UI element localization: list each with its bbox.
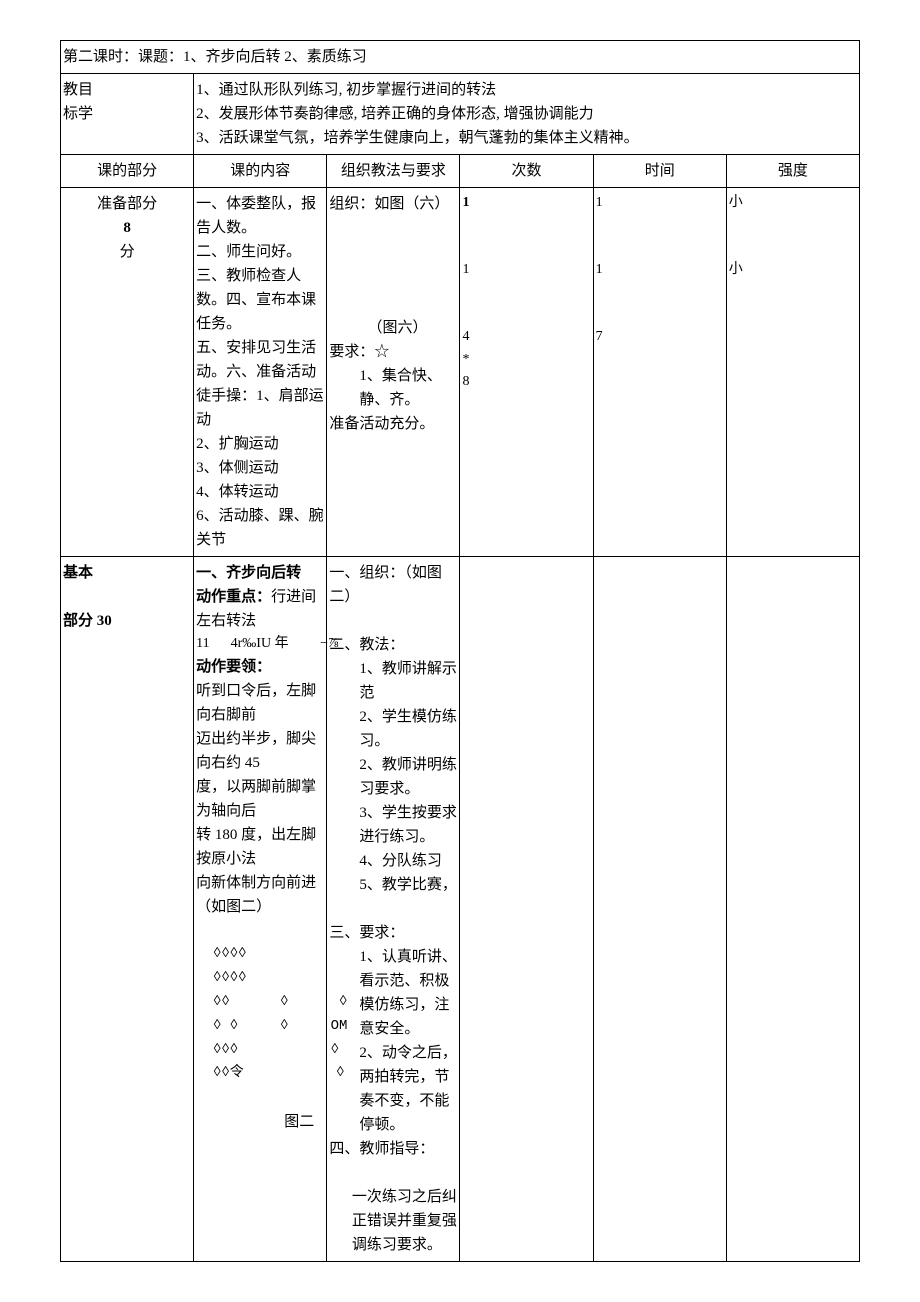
header-times: 次数 <box>460 155 593 188</box>
basic-title: 一、齐步向后转 <box>196 561 324 585</box>
prep-method-top: 组织：如图（六） <box>329 192 457 216</box>
prep-intensity-cell: 小 小 <box>726 188 859 557</box>
lesson-title: 第二课时：课题：1、齐步向后转 2、素质练习 <box>61 41 860 74</box>
basic-times-cell <box>460 557 593 1262</box>
prep-method-cell: 组织：如图（六） （图六） 要求：☆ 1、集合快、静、齐。 准备活动充分。 <box>327 188 460 557</box>
header-time: 时间 <box>593 155 726 188</box>
method-sec3-title: 三、要求： <box>329 921 457 945</box>
yaoling-3: 度，以两脚前脚掌为轴向后 <box>196 775 324 823</box>
basic-time-cell <box>593 557 726 1262</box>
title-row: 第二课时：课题：1、齐步向后转 2、素质练习 <box>61 41 860 74</box>
prep-c-9: 6、活动膝、踝、腕关节 <box>196 504 324 552</box>
keypoint-label: 动作重点： <box>196 589 271 605</box>
prep-c-6: 2、扩胸运动 <box>196 432 324 456</box>
prep-times-4: 4 * 8 <box>462 326 590 393</box>
yaoling-1: 听到口令后，左脚向右脚前 <box>196 679 324 727</box>
formation-diagram: ◊◊◊◊ ◊◊◊◊ ◊◊ ◊ ◊ ◊ ◊ ◊ OM ◊◊◊ ◊ ◊◊令 ◊ <box>196 943 324 1086</box>
basic-row: 基本 部分 30 一、齐步向后转 动作重点：行进间左右转法 11 4r‰IU 年… <box>61 557 860 1262</box>
sec2-i5: 5、教学比赛， <box>359 873 457 897</box>
fig2-caption: 图二 <box>196 1110 324 1134</box>
prep-part-label: 准备部分 <box>63 192 191 216</box>
prep-c-5: 五、安排见习生活动。六、准备活动徒手操：1、肩部运动 <box>196 336 324 432</box>
sec2-i4: 4、分队练习 <box>359 849 457 873</box>
sec2-i1: 2、学生模仿练习。 <box>359 705 457 753</box>
goal-2: 2、发展形体节奏韵律感, 培养正确的身体形态, 增强协调能力 <box>196 102 857 126</box>
sec2-i0: 1、教师讲解示范 <box>359 657 457 705</box>
goal-3: 3、活跃课堂气氛，培养学生健康向上，朝气蓬勃的集体主义精神。 <box>196 126 857 150</box>
column-header-row: 课的部分 课的内容 组织教法与要求 次数 时间 强度 <box>61 155 860 188</box>
basic-method-cell: 一、组织：（如图二） 二、教法： 1、教师讲解示范 2、学生模仿练习。 2、教师… <box>327 557 460 1262</box>
sec3-i0: 1、认真听讲、看示范、积极模仿练习，注意安全。 <box>359 945 457 1041</box>
goals-label: 教目 标学 <box>61 74 194 155</box>
prep-time-2: 1 <box>596 259 724 281</box>
yaoling-2: 迈出约半步，脚尖向右约 45 <box>196 727 324 775</box>
prep-time-0: 1 <box>596 192 724 214</box>
prep-req-2: 准备活动充分。 <box>329 412 457 436</box>
goal-1: 1、通过队形队列练习, 初步掌握行进间的转法 <box>196 78 857 102</box>
prep-time-cell: 1 1 7 <box>593 188 726 557</box>
prep-content-cell: 一、体委整队，报告人数。 二、师生问好。 三、教师检查人数。四、宣布本课任务。 … <box>194 188 327 557</box>
sec2-i3: 3、学生按要求进行练习。 <box>359 801 457 849</box>
sec4-text: 一次练习之后纠正错误并重复强调练习要求。 <box>329 1185 457 1257</box>
prep-part-cell: 准备部分 8 分 <box>61 188 194 557</box>
header-method: 组织教法与要求 <box>327 155 460 188</box>
method-sec2-title: 二、教法： <box>329 633 457 657</box>
prep-c-7: 3、体侧运动 <box>196 456 324 480</box>
basic-part-label: 基本 <box>63 561 191 585</box>
prep-c-3: 三、教师检查人数。四、宣布本课任务。 <box>196 264 324 336</box>
basic-extra-line: 11 4r‰IU 年 −⅞ <box>196 633 324 655</box>
goals-cell: 1、通过队形队列练习, 初步掌握行进间的转法 2、发展形体节奏韵律感, 培养正确… <box>194 74 860 155</box>
header-part: 课的部分 <box>61 155 194 188</box>
sec3-i1: 2、动令之后，两拍转完，节奏不变，不能停顿。 <box>359 1041 457 1137</box>
method-sec1: 一、组织：（如图二） <box>329 561 457 609</box>
prep-fig-caption: （图六） <box>329 316 457 340</box>
prep-part-unit: 分 <box>63 240 191 264</box>
lesson-plan-table: 第二课时：课题：1、齐步向后转 2、素质练习 教目 标学 1、通过队形队列练习,… <box>60 40 860 1262</box>
prep-times-2: 1 <box>462 259 590 281</box>
basic-part-cell: 基本 部分 30 <box>61 557 194 1262</box>
basic-intensity-cell <box>726 557 859 1262</box>
sec2-i2: 2、教师讲明练习要求。 <box>359 753 457 801</box>
header-intensity: 强度 <box>726 155 859 188</box>
basic-part-label2: 部分 30 <box>63 609 191 633</box>
header-content: 课的内容 <box>194 155 327 188</box>
prep-times-0: 1 <box>462 192 590 214</box>
basic-keypoint: 动作重点：行进间左右转法 <box>196 585 324 633</box>
prep-c-2: 二、师生问好。 <box>196 240 324 264</box>
yaoling-4: 转 180 度，出左脚按原小法 <box>196 823 324 871</box>
prep-int-3: 小 <box>729 259 857 281</box>
prep-int-0: 小 <box>729 192 857 214</box>
prep-row: 准备部分 8 分 一、体委整队，报告人数。 二、师生问好。 三、教师检查人数。四… <box>61 188 860 557</box>
prep-req-1: 1、集合快、静、齐。 <box>329 364 457 412</box>
basic-content-cell: 一、齐步向后转 动作重点：行进间左右转法 11 4r‰IU 年 −⅞ 动作要领：… <box>194 557 327 1262</box>
yaoling-label: 动作要领： <box>196 655 324 679</box>
yaoling-5: 向新体制方向前进（如图二） <box>196 871 324 919</box>
prep-times-cell: 1 1 4 * 8 <box>460 188 593 557</box>
method-sec4-title: 四、教师指导： <box>329 1137 457 1161</box>
prep-req-title: 要求：☆ <box>329 340 457 364</box>
prep-c-8: 4、体转运动 <box>196 480 324 504</box>
prep-part-time: 8 <box>63 216 191 240</box>
prep-c-1: 一、体委整队，报告人数。 <box>196 192 324 240</box>
prep-time-4: 7 <box>596 326 724 348</box>
goals-row: 教目 标学 1、通过队形队列练习, 初步掌握行进间的转法 2、发展形体节奏韵律感… <box>61 74 860 155</box>
